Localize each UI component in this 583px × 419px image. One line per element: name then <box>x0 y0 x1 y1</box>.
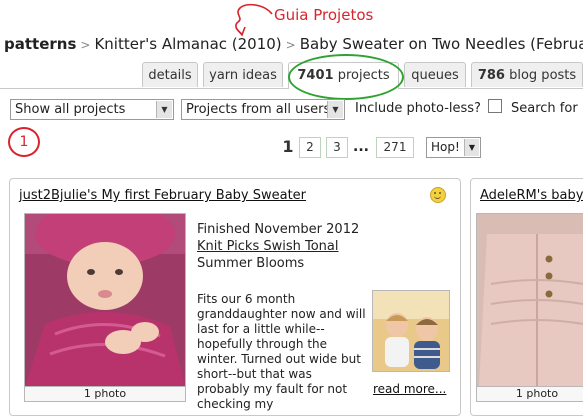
project-main-photo[interactable] <box>476 213 583 387</box>
tab-yarn-ideas[interactable]: yarn ideas <box>203 62 283 87</box>
project-title-link[interactable]: just2Bjulie's My first February Baby Swe… <box>19 188 306 203</box>
annotation-arrow-icon <box>235 3 273 37</box>
breadcrumb-pattern[interactable]: Baby Sweater on Two Needles (February) <box>300 35 583 53</box>
annotation-marker-1: 1 <box>8 127 40 157</box>
photo-count: 1 photo <box>476 386 583 402</box>
breadcrumb-book[interactable]: Knitter's Almanac (2010) <box>94 35 281 53</box>
tab-details[interactable]: details <box>142 62 198 87</box>
read-more-link[interactable]: read more... <box>373 382 446 396</box>
hop-page-select[interactable]: Hop! ▼ <box>426 137 481 158</box>
project-card: just2Bjulie's My first February Baby Swe… <box>9 178 461 416</box>
annotation-highlight-ellipse <box>288 54 404 100</box>
project-main-photo[interactable] <box>24 213 186 387</box>
tab-queues[interactable]: queues <box>404 62 466 87</box>
breadcrumb-separator-icon: > <box>285 38 296 52</box>
project-title-link[interactable]: AdeleRM's baby <box>480 188 583 203</box>
pink-sweater-photo <box>477 214 583 386</box>
two-toddlers-photo <box>373 291 449 371</box>
page-link-2[interactable]: 2 <box>299 137 321 158</box>
page-link-last[interactable]: 271 <box>376 137 414 158</box>
project-details: Finished November 2012 Knit Picks Swish … <box>197 221 359 272</box>
page-current: 1 <box>280 137 296 158</box>
chevron-down-icon: ▼ <box>156 101 172 118</box>
chevron-down-icon: ▼ <box>327 101 343 118</box>
search-for-label: Search for <box>511 101 578 116</box>
baby-in-pink-hat-photo <box>25 214 185 386</box>
projects-from-users-select[interactable]: Projects from all users ▼ <box>181 99 345 120</box>
project-notes: Fits our 6 month granddaughter now and w… <box>197 292 366 411</box>
include-photoless-label: Include photo-less? <box>355 101 481 116</box>
project-card: AdeleRM's baby 1 photo <box>470 178 583 416</box>
annotation-title: Guia Projetos <box>274 6 374 24</box>
tab-blog-posts[interactable]: 786 blog posts <box>471 62 583 87</box>
breadcrumb-root[interactable]: patterns <box>4 35 76 53</box>
show-projects-select[interactable]: Show all projects ▼ <box>10 99 174 120</box>
yarn-link[interactable]: Knit Picks Swish Tonal <box>197 238 359 255</box>
colorway: Summer Blooms <box>197 256 305 271</box>
breadcrumb: patterns > Knitter's Almanac (2010) > Baby S… <box>4 35 583 53</box>
page-link-3[interactable]: 3 <box>326 137 348 158</box>
include-photoless-checkbox[interactable] <box>488 99 502 113</box>
breadcrumb-separator-icon: > <box>80 38 91 52</box>
finished-date: Finished November 2012 <box>197 222 360 237</box>
chevron-down-icon: ▼ <box>464 139 479 156</box>
smiley-icon <box>430 187 446 203</box>
photo-count: 1 photo <box>24 386 186 402</box>
pagination-ellipsis: ... <box>353 139 369 155</box>
notes-thumbnail-photo[interactable] <box>372 290 450 372</box>
